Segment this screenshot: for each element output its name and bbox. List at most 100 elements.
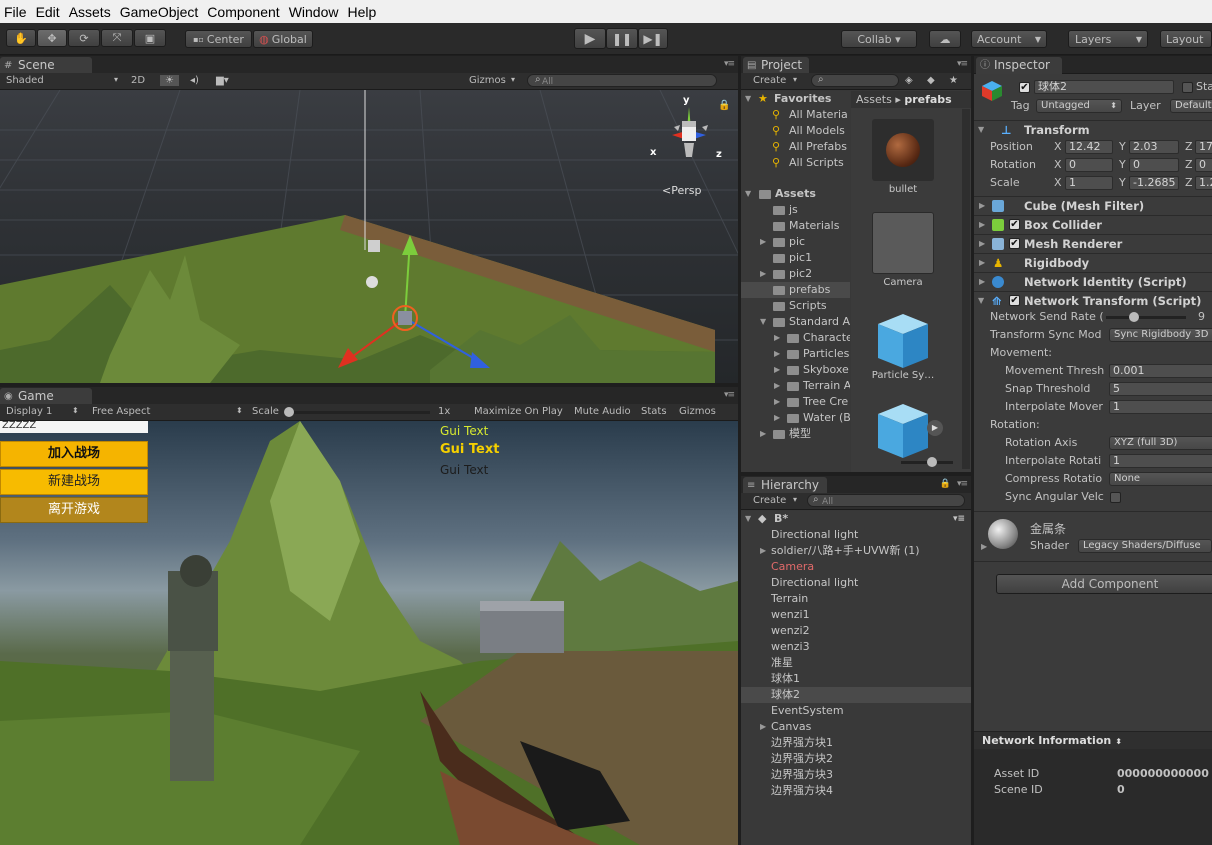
assets-root-row[interactable]: ▼ Assets: [741, 186, 850, 202]
scale-x-field[interactable]: 1: [1065, 176, 1113, 190]
tab-hierarchy[interactable]: ≡ Hierarchy: [743, 477, 827, 494]
hand-tool-button[interactable]: ✋: [6, 29, 36, 47]
menu-gameobject[interactable]: GameObject: [116, 4, 204, 20]
folder-row[interactable]: ▶ Particles: [741, 346, 850, 362]
new-battle-button[interactable]: 新建战场: [0, 469, 148, 495]
asset-tile-particle-system[interactable]: [872, 310, 934, 372]
asset-tile-prefab[interactable]: [872, 400, 934, 462]
favorite-item[interactable]: ⚲ All Prefabs: [741, 139, 850, 155]
account-dropdown[interactable]: Account ▼: [971, 30, 1047, 48]
join-battle-button[interactable]: 加入战场: [0, 441, 148, 467]
send-rate-slider[interactable]: [1106, 316, 1186, 319]
asset-tile-bullet[interactable]: [872, 119, 934, 181]
hierarchy-item[interactable]: 边界强方块2: [741, 751, 971, 767]
component-enabled-checkbox[interactable]: ✔: [1009, 219, 1020, 230]
lock-icon[interactable]: 🔒: [940, 479, 951, 489]
hierarchy-item[interactable]: ▶ Canvas: [741, 719, 971, 735]
movement-threshold-field[interactable]: 0.001: [1109, 364, 1212, 378]
filter-label-icon[interactable]: ◆: [927, 75, 935, 86]
panel-menu-icon[interactable]: ▾≡: [957, 59, 968, 69]
folder-row[interactable]: prefabs: [741, 282, 850, 298]
folder-row[interactable]: ▶ Tree Cre: [741, 394, 850, 410]
layout-dropdown[interactable]: Layout: [1160, 30, 1212, 48]
menu-assets[interactable]: Assets: [65, 4, 116, 20]
pause-button[interactable]: ❚❚: [606, 28, 638, 49]
hierarchy-item[interactable]: Camera: [741, 559, 971, 575]
rotation-z-field[interactable]: 0: [1195, 158, 1212, 172]
scale-tool-button[interactable]: ⤧: [101, 29, 133, 47]
hierarchy-item[interactable]: 球体1: [741, 671, 971, 687]
layers-dropdown[interactable]: Layers ▼: [1068, 30, 1148, 48]
favorite-item[interactable]: ⚲ All Materia: [741, 107, 850, 123]
panel-menu-icon[interactable]: ▾≡: [957, 479, 968, 489]
send-rate-thumb[interactable]: [1129, 312, 1139, 322]
hierarchy-item[interactable]: Directional light: [741, 575, 971, 591]
component-enabled-checkbox[interactable]: ✔: [1009, 295, 1020, 306]
play-button[interactable]: ▶: [574, 28, 606, 49]
effects-toggle-icon[interactable]: ▆▾: [216, 75, 229, 86]
transform-header[interactable]: ▼ ⊥ Transform: [974, 120, 1212, 139]
hierarchy-item[interactable]: Directional light: [741, 527, 971, 543]
maximize-on-play-toggle[interactable]: Maximize On Play: [474, 406, 563, 417]
scene-root-row[interactable]: ▼ ◆ B* ▾≡: [741, 511, 971, 527]
hierarchy-item[interactable]: 边界强方块4: [741, 783, 971, 799]
static-checkbox[interactable]: [1182, 82, 1193, 93]
component-enabled-checkbox[interactable]: ✔: [1009, 238, 1020, 249]
display-dropdown[interactable]: Display 1: [6, 406, 52, 417]
folder-row[interactable]: ▶ 模型: [741, 426, 850, 442]
shading-dropdown[interactable]: Shaded: [6, 75, 44, 86]
sync-angular-velocity-checkbox[interactable]: [1110, 492, 1121, 503]
folder-row[interactable]: ▶ Characte: [741, 330, 850, 346]
folder-row[interactable]: ▼ Standard A: [741, 314, 850, 330]
hierarchy-item[interactable]: 边界强方块3: [741, 767, 971, 783]
folder-row[interactable]: Materials: [741, 218, 850, 234]
folder-row[interactable]: js: [741, 202, 850, 218]
rotation-x-field[interactable]: 0: [1065, 158, 1113, 172]
mute-audio-toggle[interactable]: Mute Audio: [574, 406, 631, 417]
position-z-field[interactable]: 17: [1195, 140, 1212, 154]
hierarchy-item[interactable]: wenzi3: [741, 639, 971, 655]
menu-file[interactable]: File: [0, 4, 32, 20]
folder-row[interactable]: ▶ pic: [741, 234, 850, 250]
create-dropdown[interactable]: Create: [753, 75, 786, 86]
scene-menu-icon[interactable]: ▾≡: [953, 511, 965, 527]
interpolate-rotation-field[interactable]: 1: [1109, 454, 1212, 468]
expand-prefab-icon[interactable]: ▶: [927, 420, 943, 436]
name-input-field[interactable]: ZZZZZ: [0, 421, 148, 433]
pivot-toggle[interactable]: ▪▫ Center: [185, 30, 252, 48]
collapse-arrow-icon[interactable]: ▶: [981, 542, 987, 551]
scale-z-field[interactable]: 1.2: [1195, 176, 1212, 190]
hierarchy-search-input[interactable]: All: [807, 494, 965, 507]
panel-menu-icon[interactable]: ▾≡: [724, 390, 735, 400]
space-toggle[interactable]: ◍ Global: [253, 30, 313, 48]
hierarchy-item[interactable]: ▶ soldier/八路+手+UVW新 (1): [741, 543, 971, 559]
compress-rotation-dropdown[interactable]: None: [1109, 472, 1212, 486]
scale-slider-track[interactable]: [284, 411, 430, 414]
audio-toggle-icon[interactable]: ◂): [190, 75, 199, 86]
breadcrumb-current[interactable]: prefabs: [904, 93, 951, 106]
menu-component[interactable]: Component: [203, 4, 284, 20]
folder-row[interactable]: ▶ pic2: [741, 266, 850, 282]
hierarchy-item[interactable]: Terrain: [741, 591, 971, 607]
favorites-row[interactable]: ▼ ★ Favorites: [741, 91, 850, 107]
mesh-filter-header[interactable]: ▶ Cube (Mesh Filter): [974, 196, 1212, 215]
create-dropdown[interactable]: Create: [753, 495, 786, 506]
menu-window[interactable]: Window: [285, 4, 344, 20]
scale-y-field[interactable]: -1.2685: [1129, 176, 1179, 190]
folder-row[interactable]: ▶ Water (B: [741, 410, 850, 426]
favorite-star-icon[interactable]: ★: [949, 75, 958, 86]
lock-icon[interactable]: 🔒: [718, 100, 730, 111]
tag-dropdown[interactable]: Untagged ⬍: [1036, 99, 1122, 113]
game-gizmos-dropdown[interactable]: Gizmos: [679, 406, 716, 417]
mesh-renderer-header[interactable]: ▶ ✔ Mesh Renderer: [974, 234, 1212, 253]
gizmos-dropdown[interactable]: Gizmos: [469, 75, 506, 86]
breadcrumb-root[interactable]: Assets: [856, 93, 892, 106]
hierarchy-item[interactable]: wenzi2: [741, 623, 971, 639]
interpolate-movement-field[interactable]: 1: [1109, 400, 1212, 414]
tab-inspector[interactable]: ⓘ Inspector: [976, 57, 1062, 74]
layer-dropdown[interactable]: Default: [1170, 99, 1212, 113]
persp-label[interactable]: <Persp: [662, 184, 701, 197]
position-x-field[interactable]: 12.42: [1065, 140, 1113, 154]
folder-row[interactable]: pic1: [741, 250, 850, 266]
asset-scrollbar[interactable]: [962, 109, 970, 469]
